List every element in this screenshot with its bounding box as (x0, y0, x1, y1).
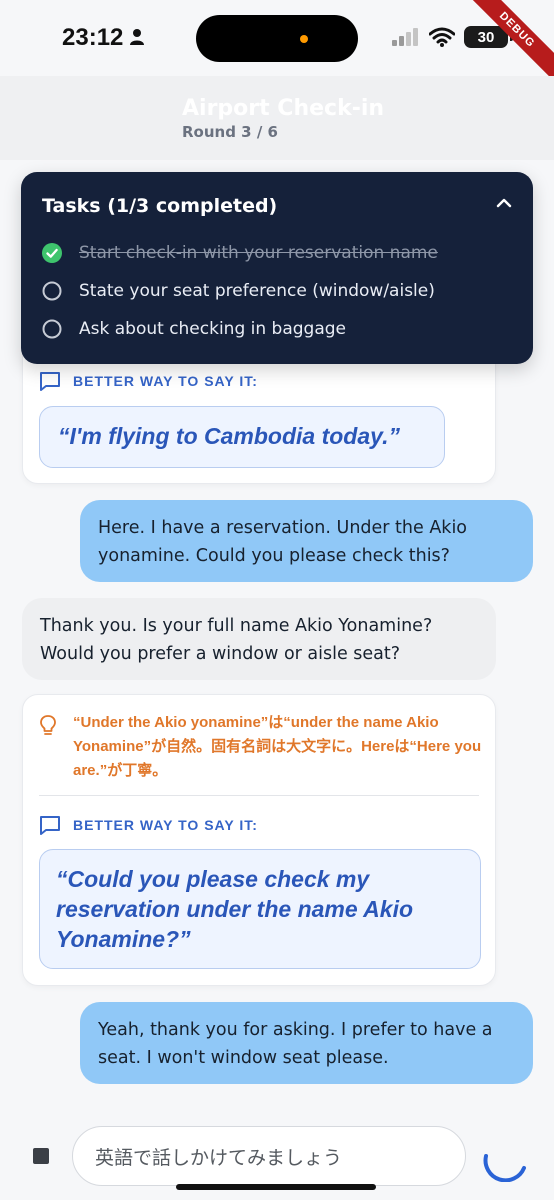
wifi-icon (429, 27, 455, 47)
user-message: Yeah, thank you for asking. I prefer to … (80, 1002, 533, 1084)
divider (39, 795, 479, 796)
better-way-text: BETTER WAY TO SAY IT: (73, 373, 258, 389)
better-way-text: BETTER WAY TO SAY IT: (73, 817, 258, 833)
empty-circle-icon (42, 281, 62, 301)
page-title: Airport Check-in (182, 96, 385, 121)
suggestion-box: “Could you please check my reservation u… (39, 849, 481, 969)
recording-indicator (300, 35, 308, 43)
round-counter: Round 3 / 6 (182, 123, 278, 141)
loading-spinner-icon (483, 1154, 526, 1182)
home-indicator (176, 1184, 376, 1190)
chat-bubble-icon (40, 816, 60, 835)
person-icon (130, 29, 144, 45)
task-item: Start check-in with your reservation nam… (42, 243, 438, 263)
input-placeholder: 英語で話しかけてみましょう (95, 1146, 343, 1169)
task-label: Ask about checking in baggage (79, 319, 347, 339)
user-message: Here. I have a reservation. Under the Ak… (80, 500, 533, 582)
stop-button[interactable] (33, 1148, 49, 1164)
check-circle-icon (42, 243, 62, 263)
task-label: State your seat preference (window/aisle… (79, 281, 435, 301)
tip-text: “Under the Akio yonamine”は“under the nam… (73, 714, 482, 779)
tasks-panel: Tasks (1/3 completed) Start check-in wit… (21, 172, 533, 364)
feedback-card: “Under the Akio yonamine”は“under the nam… (22, 694, 496, 986)
better-way-label: BETTER WAY TO SAY IT: (39, 371, 258, 391)
chevron-up-icon[interactable] (495, 196, 513, 210)
lightbulb-icon (40, 715, 56, 735)
suggestion-box: “I'm flying to Cambodia today.” (39, 406, 445, 468)
task-item: Ask about checking in baggage (42, 319, 346, 339)
better-way-label: BETTER WAY TO SAY IT: (39, 815, 258, 835)
message-input[interactable]: 英語で話しかけてみましょう (72, 1126, 466, 1186)
assistant-message: Thank you. Is your full name Akio Yonami… (22, 598, 496, 680)
cellular-signal-icon (392, 28, 418, 46)
task-label: Start check-in with your reservation nam… (79, 243, 438, 263)
status-time: 23:12 (62, 24, 124, 51)
empty-circle-icon (42, 319, 62, 339)
battery-level: 30 (477, 28, 495, 46)
app-bar: Airport Check-in Round 3 / 6 (0, 76, 554, 160)
suggestion-text: “Could you please check my reservation u… (56, 866, 414, 952)
dynamic-island (196, 15, 358, 62)
tasks-title: Tasks (1/3 completed) (42, 195, 278, 217)
chat-bubble-icon (40, 372, 60, 391)
suggestion-text: “I'm flying to Cambodia today.” (58, 423, 400, 449)
task-item: State your seat preference (window/aisle… (42, 281, 435, 301)
status-bar: 23:12 30 (0, 0, 554, 76)
